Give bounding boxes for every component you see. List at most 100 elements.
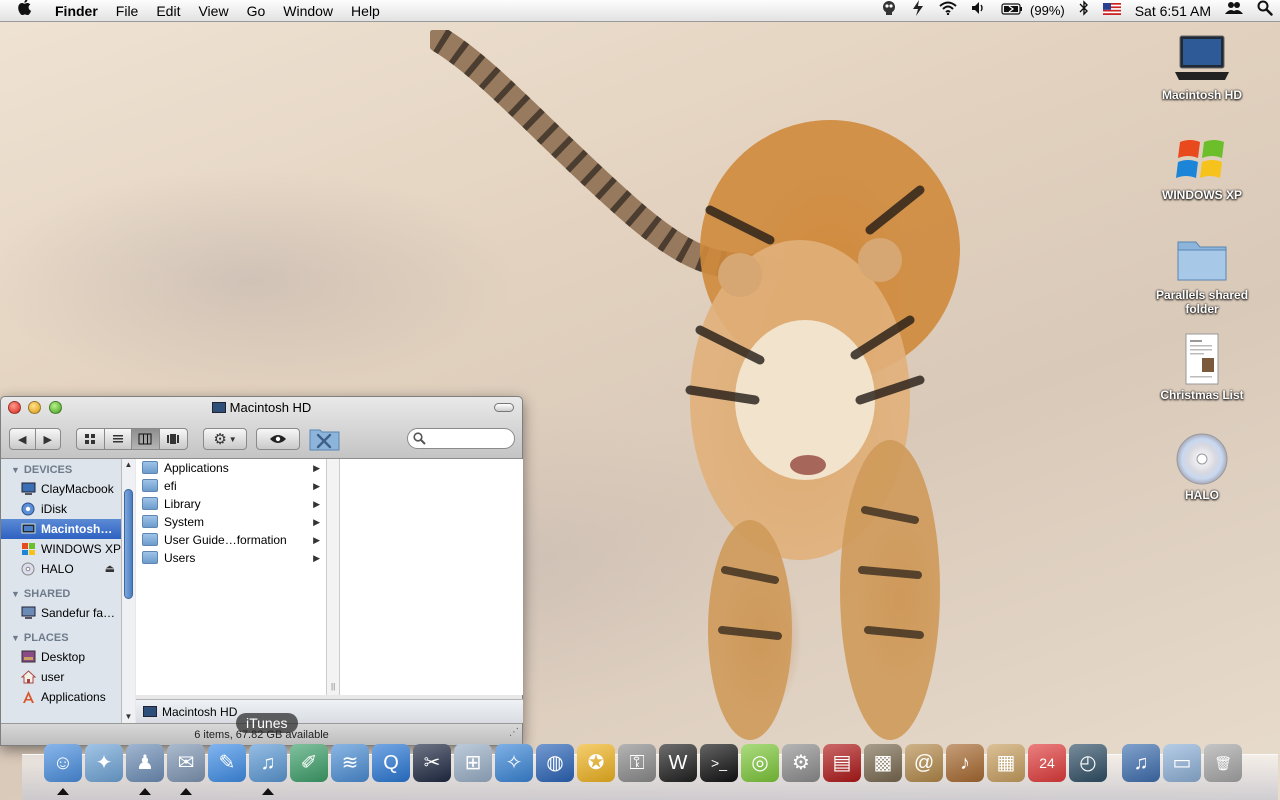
us-flag-icon[interactable]: [1096, 0, 1128, 22]
sidebar-item-halo[interactable]: HALO ⏏: [1, 559, 121, 579]
dock-documents-stack-icon[interactable]: ▭: [1163, 744, 1201, 782]
utilities-folder-icon[interactable]: [309, 427, 340, 451]
column-resize-handle[interactable]: ||: [326, 459, 340, 695]
menu-window[interactable]: Window: [274, 0, 342, 22]
menu-go[interactable]: Go: [238, 0, 275, 22]
battery-percent[interactable]: (99%): [1030, 0, 1072, 22]
path-bar-item[interactable]: Macintosh HD: [162, 705, 237, 719]
crash-reporter-icon[interactable]: [874, 0, 904, 23]
sidebar-scrollbar[interactable]: ▲ ▼: [121, 459, 135, 723]
quick-look-button[interactable]: [256, 428, 300, 450]
idisk-icon: [21, 502, 36, 516]
icon-view-button[interactable]: [77, 429, 105, 449]
battery-icon[interactable]: [994, 0, 1030, 22]
window-titlebar[interactable]: Macintosh HD ◀ ▶ ⚙ ▼: [1, 397, 522, 459]
scroll-up-arrow-icon[interactable]: ▲: [123, 459, 134, 471]
file-row-system[interactable]: System ▶: [136, 513, 326, 531]
growl-icon[interactable]: [904, 0, 932, 23]
desktop-icon-parallels-shared-folder[interactable]: Parallels shared folder: [1147, 232, 1257, 316]
file-row-users[interactable]: Users ▶: [136, 549, 326, 567]
dock-trash-icon[interactable]: 🗑: [1204, 744, 1242, 782]
disclosure-arrow-icon: ▶: [313, 553, 320, 563]
sidebar-scroll-thumb[interactable]: [124, 489, 133, 599]
wifi-icon[interactable]: [932, 0, 964, 22]
dock-iphoto-icon[interactable]: ▩: [864, 744, 902, 782]
apple-menu-icon[interactable]: [0, 0, 46, 22]
resize-corner-icon[interactable]: ⋰: [509, 722, 519, 744]
dock-network-utility-icon[interactable]: ✧: [495, 744, 533, 782]
dock-iweb-icon[interactable]: ▦: [987, 744, 1025, 782]
dock-itunes-icon[interactable]: ♫: [249, 744, 287, 782]
user-switch-icon[interactable]: [1218, 0, 1250, 22]
dock-final-cut-icon[interactable]: ✂: [413, 744, 451, 782]
sidebar-item-applications[interactable]: Applications: [1, 687, 121, 707]
sidebar-item-macintosh-hd[interactable]: Macintosh…: [1, 519, 121, 539]
clock[interactable]: Sat 6:51 AM: [1128, 0, 1218, 22]
dock-adium-icon[interactable]: ♟: [126, 744, 164, 782]
desktop-icon-halo[interactable]: HALO: [1147, 432, 1257, 502]
dock-time-machine-icon[interactable]: ◴: [1069, 744, 1107, 782]
toolbar-toggle-button[interactable]: [494, 403, 514, 412]
eject-icon[interactable]: ⏏: [105, 559, 115, 579]
sidebar-item-user[interactable]: user: [1, 667, 121, 687]
dock-keychain-icon[interactable]: ⚿: [618, 744, 656, 782]
dock-system-preferences-icon[interactable]: ⚙: [782, 744, 820, 782]
dock-ical-icon[interactable]: 24: [1028, 744, 1066, 782]
dock-terminal-icon[interactable]: >_: [700, 744, 738, 782]
dock-network-icon[interactable]: ≋: [331, 744, 369, 782]
dock-feather-icon[interactable]: ✐: [290, 744, 328, 782]
scroll-down-arrow-icon[interactable]: ▼: [123, 711, 134, 723]
list-view-button[interactable]: [105, 429, 132, 449]
menu-file[interactable]: File: [107, 0, 148, 22]
file-row-library[interactable]: Library ▶: [136, 495, 326, 513]
file-row-efi[interactable]: efi ▶: [136, 477, 326, 495]
menu-view[interactable]: View: [189, 0, 237, 22]
dock-address-book-icon[interactable]: @: [905, 744, 943, 782]
file-row-user-guide[interactable]: User Guide…formation ▶: [136, 531, 326, 549]
sidebar-section-label: DEVICES: [23, 464, 73, 476]
file-row-applications[interactable]: Applications ▶: [136, 459, 326, 477]
dock-glyph: ♫: [1133, 752, 1149, 774]
dock-ichat-icon[interactable]: ✎: [208, 744, 246, 782]
back-button[interactable]: ◀: [10, 429, 36, 449]
dock-garageband-icon[interactable]: ♪: [946, 744, 984, 782]
chevron-down-icon: ▼: [228, 434, 237, 444]
sidebar-section-devices[interactable]: ▼ DEVICES: [1, 461, 121, 479]
cover-flow-button[interactable]: [160, 429, 187, 449]
desktop-icon-christmas-list[interactable]: Christmas List: [1147, 332, 1257, 402]
desktop-icon-windows-xp[interactable]: WINDOWS XP: [1147, 132, 1257, 202]
sidebar-section-shared[interactable]: ▼ SHARED: [1, 585, 121, 603]
browser-column-empty: [340, 459, 523, 695]
action-menu-button[interactable]: ⚙ ▼: [203, 428, 247, 450]
menu-edit[interactable]: Edit: [147, 0, 189, 22]
volume-icon[interactable]: [964, 0, 994, 22]
dock-preview-icon[interactable]: ⊞: [454, 744, 492, 782]
dock-glyph: ⚙: [792, 752, 810, 774]
sidebar-item-desktop[interactable]: Desktop: [1, 647, 121, 667]
dock-google-earth-icon[interactable]: ◍: [536, 744, 574, 782]
dock-front-row-icon[interactable]: ▤: [823, 744, 861, 782]
column-view-button[interactable]: [132, 429, 160, 449]
bluetooth-icon[interactable]: [1072, 0, 1096, 23]
app-menu-finder[interactable]: Finder: [46, 0, 107, 22]
forward-button[interactable]: ▶: [36, 429, 61, 449]
dock-downloads-stack-icon[interactable]: ♫: [1122, 744, 1160, 782]
sidebar-item-sandefur[interactable]: Sandefur fa…: [1, 603, 121, 623]
sidebar-item-claymacbook[interactable]: ClayMacbook: [1, 479, 121, 499]
dock-aim-icon[interactable]: ✪: [577, 744, 615, 782]
sidebar-section-places[interactable]: ▼ PLACES: [1, 629, 121, 647]
dock-quicktime-icon[interactable]: Q: [372, 744, 410, 782]
menu-help[interactable]: Help: [342, 0, 389, 22]
dock-mail-icon[interactable]: ✉: [167, 744, 205, 782]
dock-glyph: ♟: [136, 752, 154, 774]
dock-glyph: ♪: [960, 752, 970, 774]
spotlight-icon[interactable]: [1250, 0, 1280, 23]
dock-activity-monitor-icon[interactable]: W: [659, 744, 697, 782]
dock-safari-icon[interactable]: ✦: [85, 744, 123, 782]
dock-limewire-icon[interactable]: ◎: [741, 744, 779, 782]
dock-finder-icon[interactable]: ☺: [44, 744, 82, 782]
search-field[interactable]: [407, 428, 515, 449]
sidebar-item-windows-xp[interactable]: WINDOWS XP: [1, 539, 121, 559]
desktop-icon-macintosh-hd[interactable]: Macintosh HD: [1147, 32, 1257, 102]
sidebar-item-idisk[interactable]: iDisk: [1, 499, 121, 519]
